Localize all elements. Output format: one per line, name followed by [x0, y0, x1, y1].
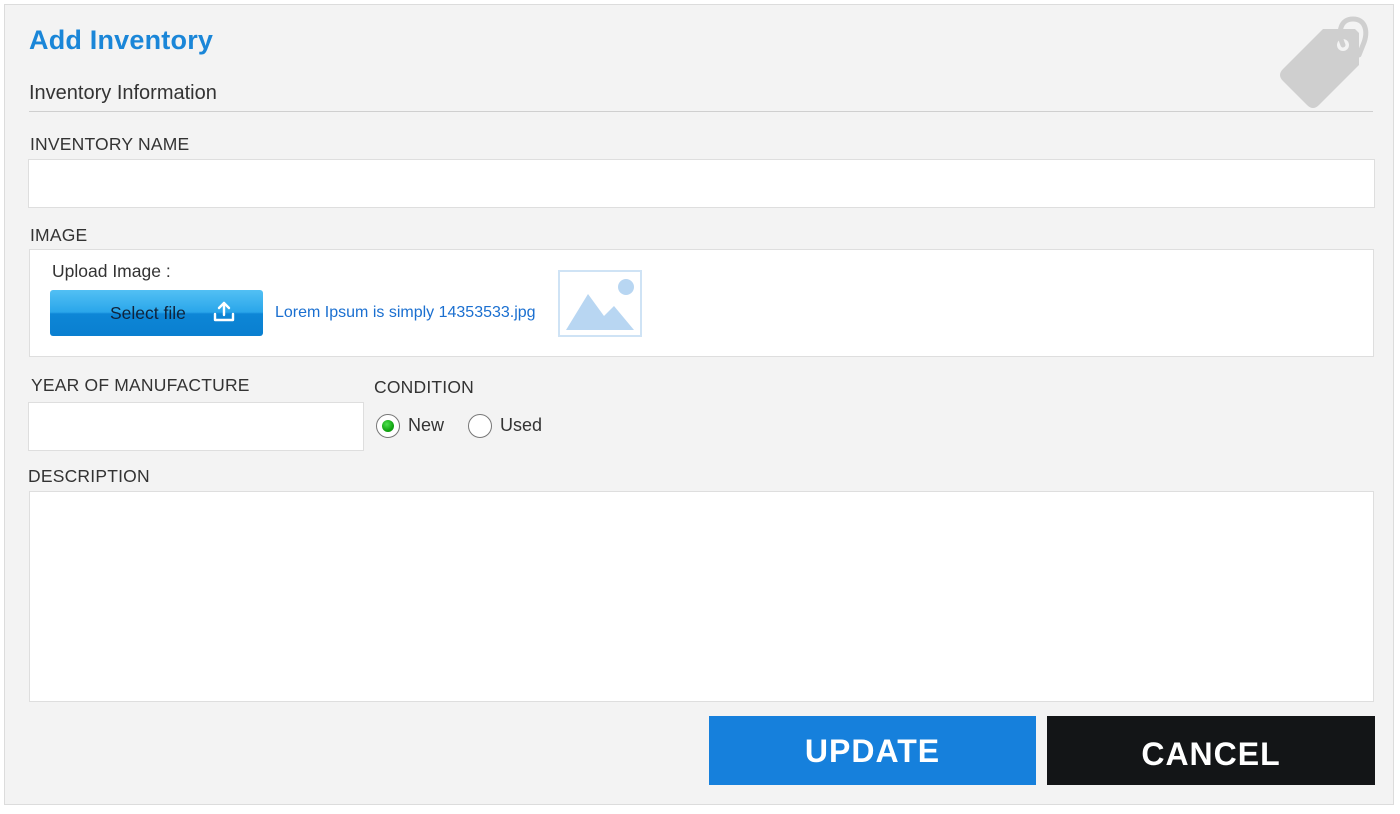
- image-preview: [558, 270, 642, 337]
- radio-selected-dot: [381, 419, 394, 432]
- cancel-button[interactable]: CANCEL: [1047, 716, 1375, 785]
- condition-new-label[interactable]: New: [408, 415, 444, 436]
- condition-used-radio[interactable]: [468, 414, 492, 438]
- section-divider: [29, 111, 1373, 112]
- inventory-name-label: INVENTORY NAME: [30, 134, 190, 154]
- year-of-manufacture-label: YEAR OF MANUFACTURE: [31, 375, 250, 395]
- condition-new-radio[interactable]: [376, 414, 400, 438]
- selected-file-name: Lorem Ipsum is simply 14353533.jpg: [275, 304, 536, 321]
- image-label: IMAGE: [30, 225, 88, 245]
- page-title: Add Inventory: [29, 25, 214, 55]
- condition-used-label[interactable]: Used: [500, 415, 542, 436]
- tag-icon: [1280, 16, 1369, 108]
- add-inventory-panel: Add Inventory Inventory Information INVE…: [4, 4, 1394, 805]
- image-placeholder-icon: [566, 279, 634, 330]
- section-title: Inventory Information: [29, 82, 217, 104]
- inventory-name-input[interactable]: [28, 159, 1375, 208]
- description-textarea[interactable]: [29, 491, 1374, 702]
- update-button[interactable]: UPDATE: [709, 716, 1036, 785]
- upload-icon: [213, 301, 235, 322]
- year-of-manufacture-input[interactable]: [28, 402, 364, 451]
- select-file-button[interactable]: Select file: [50, 290, 263, 336]
- upload-image-label: Upload Image :: [52, 261, 171, 281]
- condition-label: CONDITION: [374, 377, 474, 397]
- select-file-label: Select file: [110, 303, 186, 323]
- image-upload-box: Upload Image : Select file Lorem Ipsum i…: [29, 249, 1374, 357]
- description-label: DESCRIPTION: [28, 466, 150, 486]
